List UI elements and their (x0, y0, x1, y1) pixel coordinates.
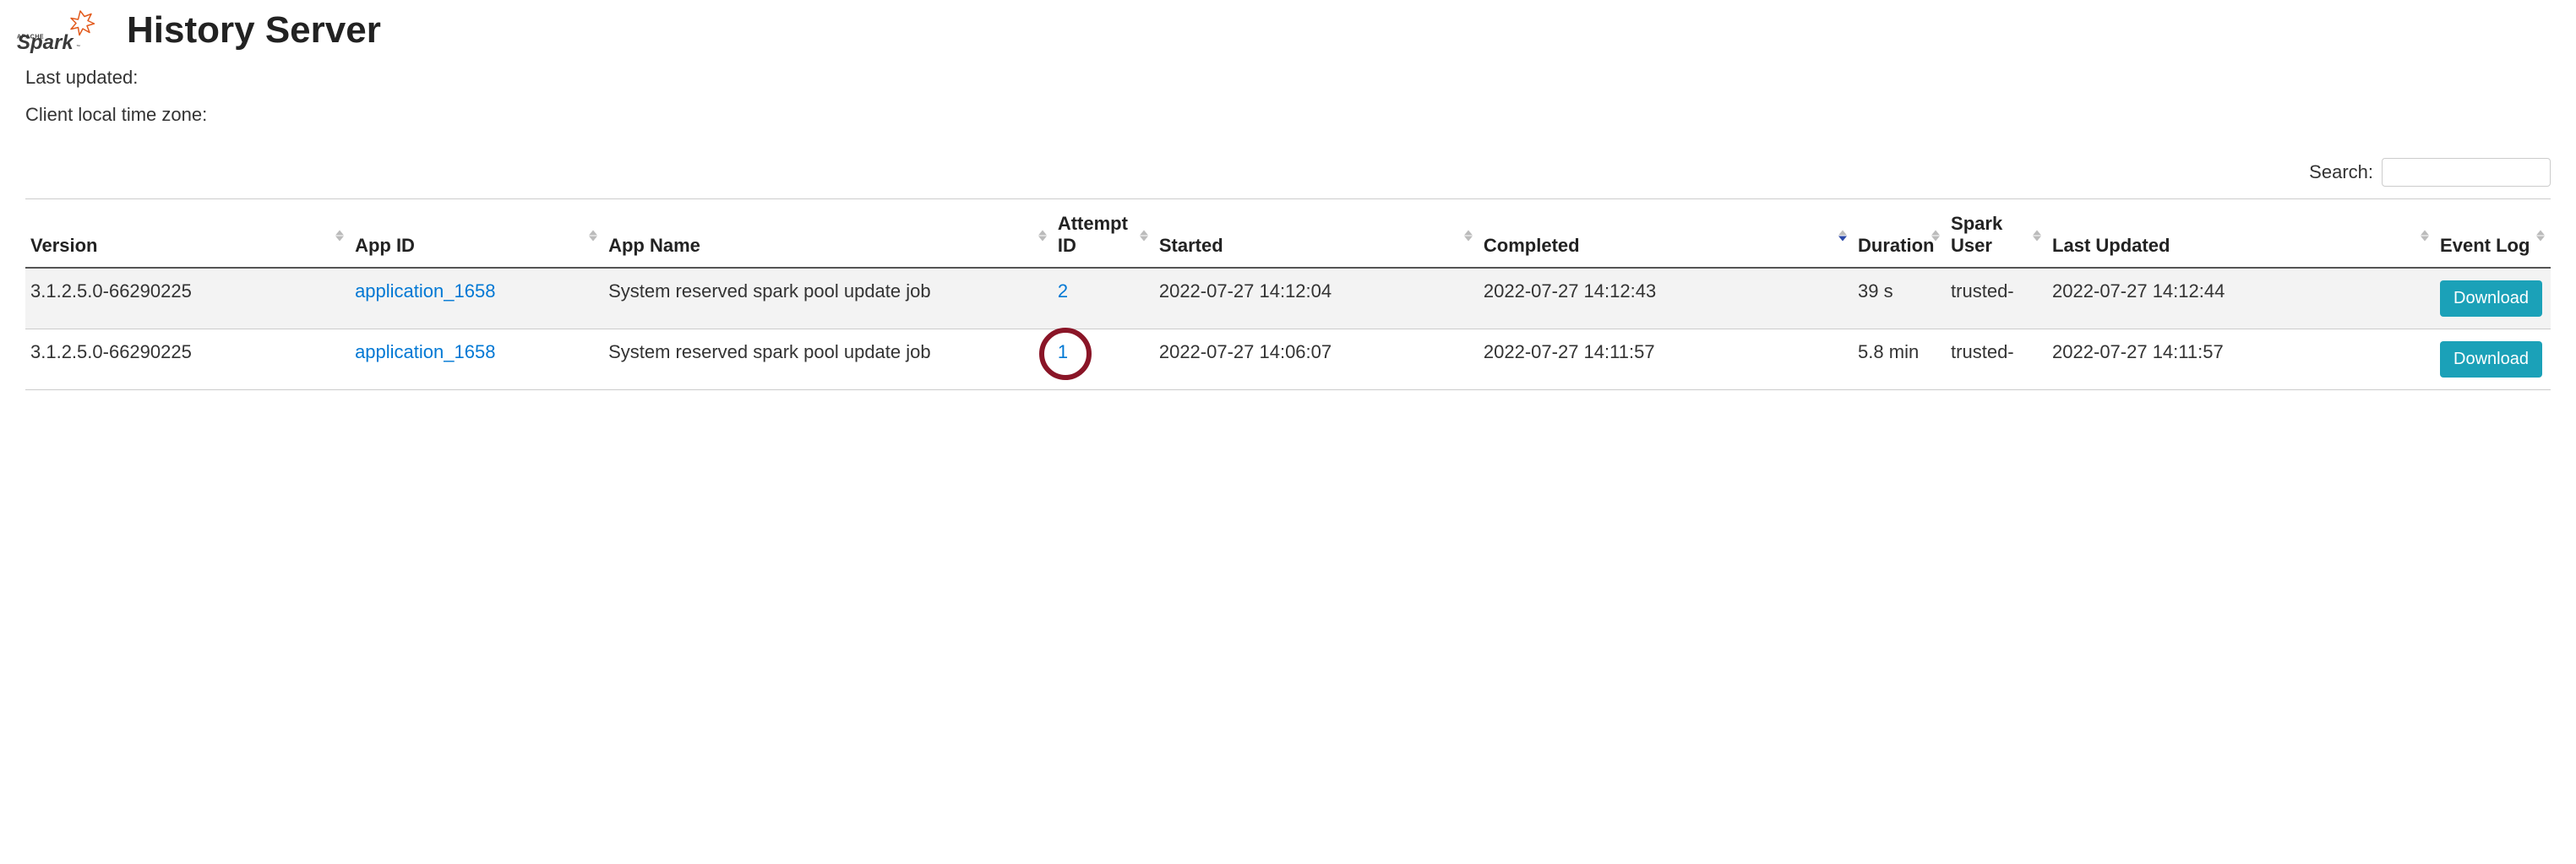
last-updated-label: Last updated: (25, 67, 138, 88)
col-started-label: Started (1159, 235, 1223, 256)
col-app-name-label: App Name (608, 235, 700, 256)
col-completed-label: Completed (1484, 235, 1580, 256)
col-duration[interactable]: Duration (1853, 199, 1946, 269)
sort-icon (2535, 230, 2546, 242)
col-version-label: Version (30, 235, 97, 256)
sort-icon (2420, 230, 2430, 242)
col-app-id[interactable]: App ID (350, 199, 603, 269)
col-version[interactable]: Version (25, 199, 350, 269)
cell-last-updated: 2022-07-27 14:12:44 (2047, 268, 2435, 329)
applications-table: Version App ID App Name Attempt ID Start… (25, 198, 2551, 390)
col-spark-user-label: Spark User (1951, 213, 2002, 256)
cell-version: 3.1.2.5.0-66290225 (25, 329, 350, 390)
sort-icon (1838, 230, 1848, 242)
app-id-link[interactable]: application_1658 (355, 341, 495, 362)
cell-completed: 2022-07-27 14:12:43 (1479, 268, 1853, 329)
search-input[interactable] (2382, 158, 2551, 187)
col-spark-user[interactable]: Spark User (1946, 199, 2047, 269)
col-app-id-label: App ID (355, 235, 415, 256)
col-app-name[interactable]: App Name (603, 199, 1053, 269)
col-completed[interactable]: Completed (1479, 199, 1853, 269)
timezone-label: Client local time zone: (25, 104, 207, 125)
sort-icon (1139, 230, 1149, 242)
cell-started: 2022-07-27 14:12:04 (1154, 268, 1479, 329)
col-last-updated[interactable]: Last Updated (2047, 199, 2435, 269)
cell-started: 2022-07-27 14:06:07 (1154, 329, 1479, 390)
download-button[interactable]: Download (2440, 341, 2542, 378)
col-event-log-label: Event Log (2440, 235, 2530, 256)
cell-spark-user: trusted- (1946, 329, 2047, 390)
cell-last-updated: 2022-07-27 14:11:57 (2047, 329, 2435, 390)
attempt-id-link[interactable]: 1 (1058, 341, 1068, 362)
cell-app-name: System reserved spark pool update job (603, 329, 1053, 390)
cell-duration: 5.8 min (1853, 329, 1946, 390)
download-button[interactable]: Download (2440, 280, 2542, 317)
sort-icon (335, 230, 345, 242)
cell-version: 3.1.2.5.0-66290225 (25, 268, 350, 329)
cell-completed: 2022-07-27 14:11:57 (1479, 329, 1853, 390)
table-row: 3.1.2.5.0-66290225 application_1658 Syst… (25, 329, 2551, 390)
spark-logo: APACHE Spark ™ (17, 7, 110, 53)
sort-icon (588, 230, 598, 242)
svg-text:™: ™ (76, 45, 80, 50)
cell-spark-user: trusted- (1946, 268, 2047, 329)
attempt-id-link[interactable]: 2 (1058, 280, 1068, 302)
col-last-updated-label: Last Updated (2052, 235, 2170, 256)
sort-icon (1931, 230, 1941, 242)
col-attempt-id-label: Attempt ID (1058, 213, 1128, 256)
col-duration-label: Duration (1858, 235, 1934, 256)
table-row: 3.1.2.5.0-66290225 application_1658 Syst… (25, 268, 2551, 329)
sort-icon (1463, 230, 1473, 242)
app-id-link[interactable]: application_1658 (355, 280, 495, 302)
cell-duration: 39 s (1853, 268, 1946, 329)
search-label: Search: (2309, 161, 2373, 183)
page-title: History Server (127, 9, 381, 52)
cell-app-name: System reserved spark pool update job (603, 268, 1053, 329)
col-started[interactable]: Started (1154, 199, 1479, 269)
sort-icon (1037, 230, 1048, 242)
sort-icon (2032, 230, 2042, 242)
col-attempt-id[interactable]: Attempt ID (1053, 199, 1154, 269)
col-event-log[interactable]: Event Log (2435, 199, 2551, 269)
svg-text:Spark: Spark (17, 31, 74, 53)
